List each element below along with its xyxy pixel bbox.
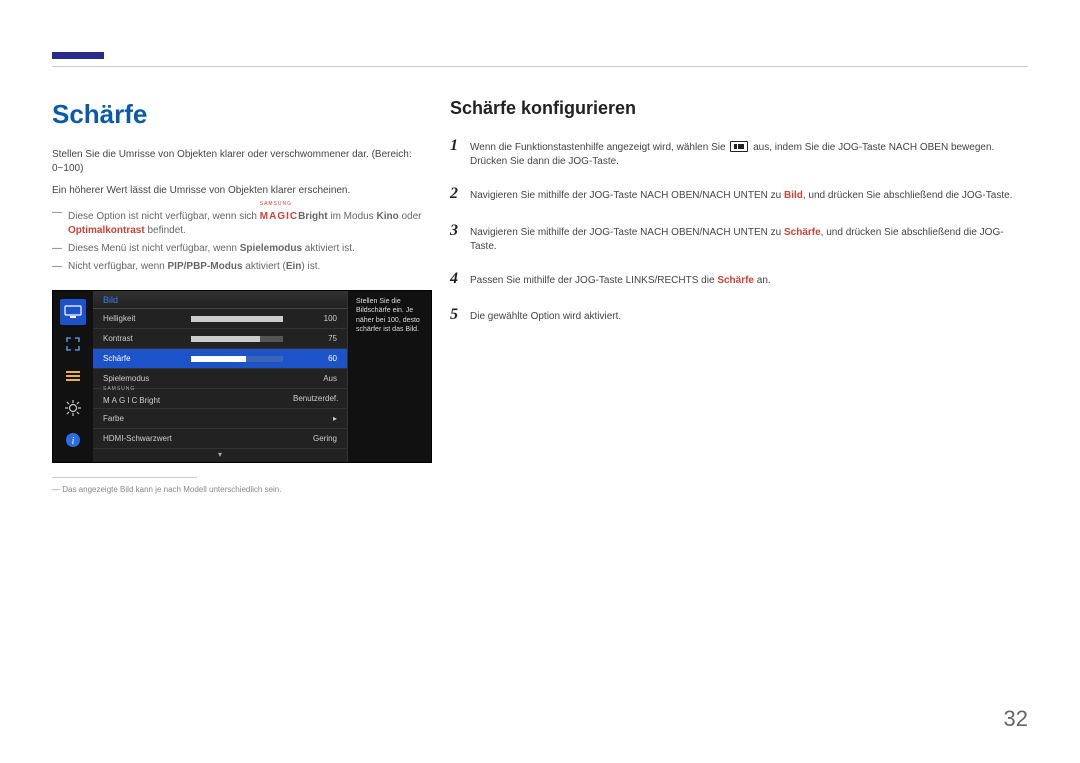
chevron-right-icon: ▸ bbox=[293, 413, 337, 424]
osd-footnote: ― Das angezeigte Bild kann je nach Model… bbox=[52, 484, 432, 495]
config-title: Schärfe konfigurieren bbox=[450, 96, 1030, 121]
gear-icon bbox=[60, 395, 86, 421]
step-3: 3 Navigieren Sie mithilfe der JOG-Taste … bbox=[450, 220, 1030, 254]
note-pippbp: ― Nicht verfügbar, wenn PIP/PBP-Modus ak… bbox=[52, 260, 432, 274]
osd-row-schaerfe: Schärfe 60 bbox=[93, 349, 347, 369]
resize-icon bbox=[60, 331, 86, 357]
osd-help-text: Stellen Sie die Bildschärfe ein. Je nähe… bbox=[347, 291, 431, 462]
osd-header: Bild bbox=[93, 291, 347, 309]
step-2: 2 Navigieren Sie mithilfe der JOG-Taste … bbox=[450, 183, 1030, 205]
description-range: Stellen Sie die Umrisse von Objekten kla… bbox=[52, 148, 432, 176]
list-icon bbox=[60, 363, 86, 389]
footnote-divider bbox=[52, 477, 197, 478]
samsung-magic-osd-label: SAMSUNGMAGIC bbox=[103, 391, 139, 406]
step-4: 4 Passen Sie mithilfe der JOG-Taste LINK… bbox=[450, 268, 1030, 290]
description-highvalue: Ein höherer Wert lässt die Umrisse von O… bbox=[52, 184, 432, 198]
section-title: Schärfe bbox=[52, 96, 432, 132]
right-column: Schärfe konfigurieren 1 Wenn die Funktio… bbox=[450, 96, 1030, 340]
monitor-icon bbox=[60, 299, 86, 325]
info-icon: i bbox=[60, 427, 86, 453]
osd-sidebar: i bbox=[53, 291, 93, 462]
step-5: 5 Die gewählte Option wird aktiviert. bbox=[450, 304, 1030, 326]
note-spielemodus: ― Dieses Menü ist nicht verfügbar, wenn … bbox=[52, 242, 432, 256]
osd-row-magicbright: SAMSUNGMAGICBright Benutzerdef. bbox=[93, 389, 347, 409]
osd-row-helligkeit: Helligkeit 100 bbox=[93, 309, 347, 329]
osd-screenshot: i Bild Helligkeit 100 Kontrast 75 Schärf… bbox=[52, 290, 432, 463]
header-rule bbox=[52, 66, 1028, 67]
svg-text:i: i bbox=[72, 436, 75, 447]
osd-row-hdmi: HDMI-Schwarzwert Gering bbox=[93, 429, 347, 449]
step-1: 1 Wenn die Funktionstastenhilfe angezeig… bbox=[450, 135, 1030, 169]
samsung-magic-label: SAMSUNGMAGIC bbox=[260, 206, 298, 224]
menu-key-icon bbox=[730, 141, 748, 152]
note-magicbright: ― Diese Option ist nicht verfügbar, wenn… bbox=[52, 206, 432, 238]
osd-row-farbe: Farbe ▸ bbox=[93, 409, 347, 429]
left-column: Schärfe Stellen Sie die Umrisse von Obje… bbox=[52, 96, 432, 496]
page-number: 32 bbox=[1004, 704, 1028, 735]
osd-main: Bild Helligkeit 100 Kontrast 75 Schärfe … bbox=[93, 291, 347, 462]
osd-row-kontrast: Kontrast 75 bbox=[93, 329, 347, 349]
chevron-down-icon: ▾ bbox=[218, 449, 222, 460]
chapter-accent-bar bbox=[52, 52, 104, 59]
